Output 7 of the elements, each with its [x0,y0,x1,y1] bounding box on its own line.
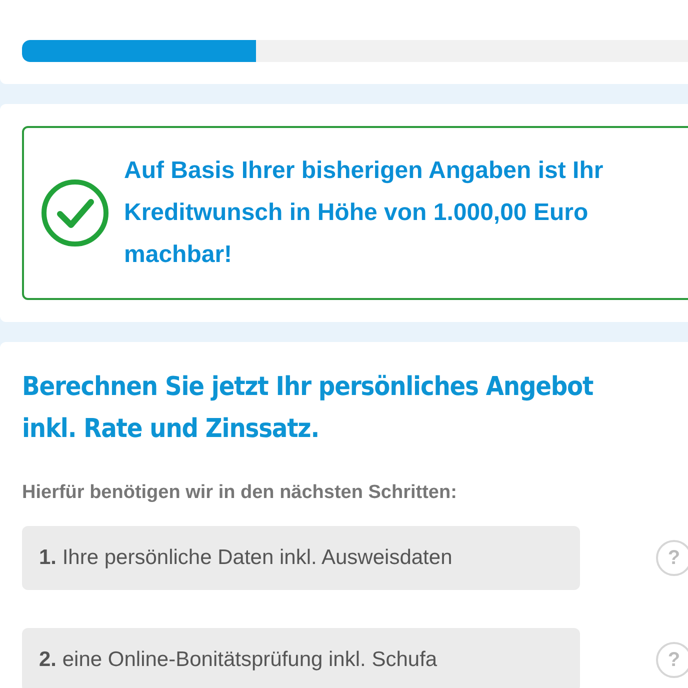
offer-heading: Berechnen Sie jetzt Ihr persönliches Angebot inkl. Rate und Zinssatz. [22,371,594,446]
help-button[interactable]: ? [656,540,688,576]
help-button[interactable]: ? [656,642,688,678]
step-item: 1. Ihre persönliche Daten inkl. Ausweisdaten [22,526,580,590]
steps-intro: Hierfür benötigen wir in den nächsten Schritten: [22,482,458,504]
result-message: Auf Basis Ihrer bisherigen Angaben ist Ihr Kreditwunsch in Höhe von 1.000,00 Euro machbar! [124,156,604,270]
step-item: 2. eine Online-Bonitätsprüfung inkl. Schufa [22,628,580,688]
